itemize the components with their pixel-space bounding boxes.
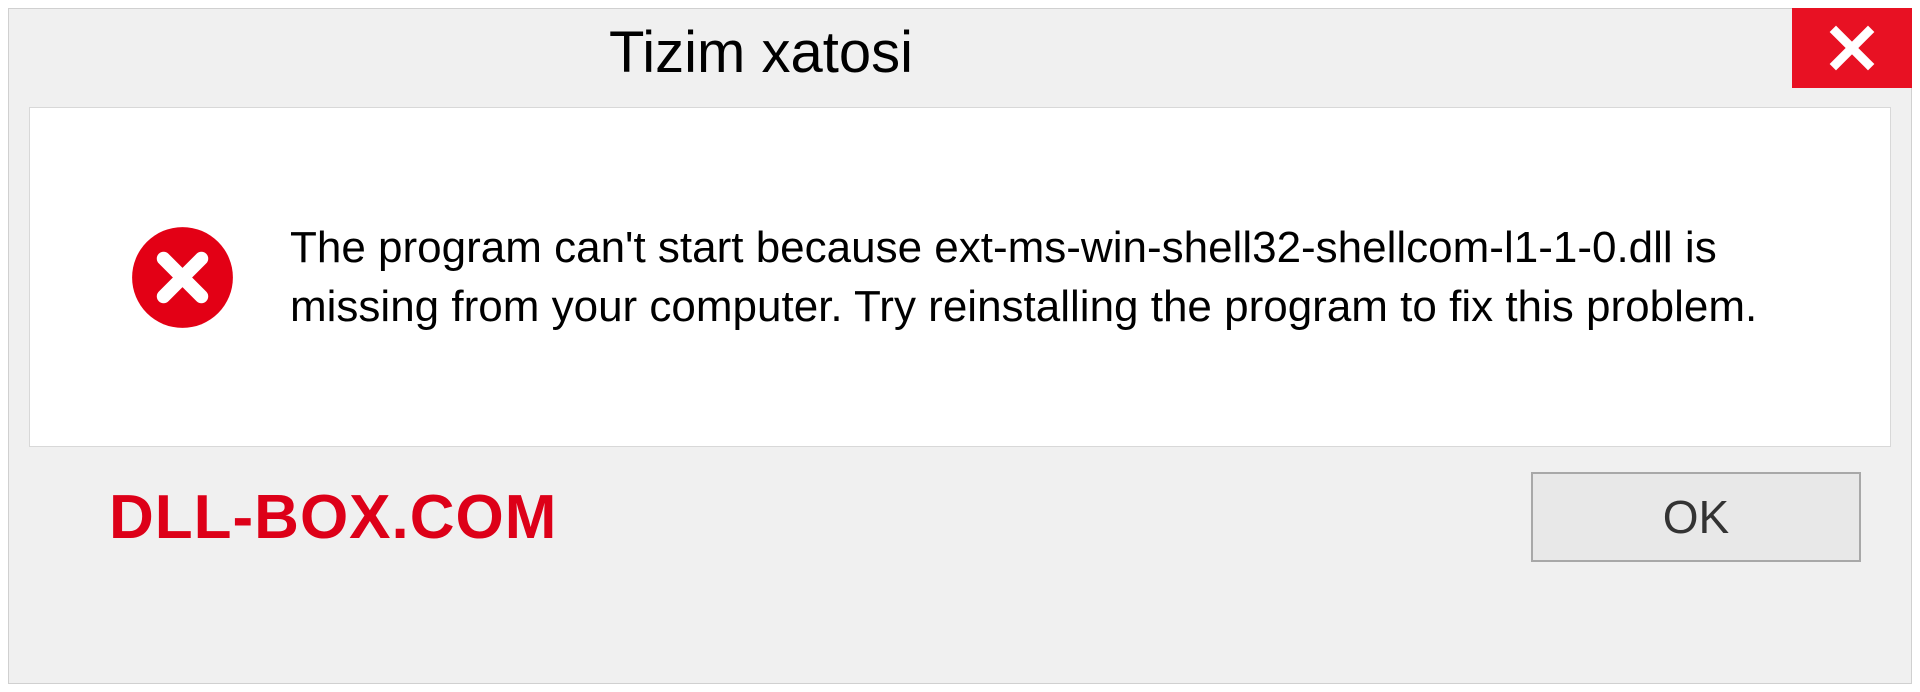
close-button[interactable] — [1792, 8, 1912, 88]
error-dialog: Tizim xatosi The program can't start bec… — [8, 8, 1912, 684]
content-panel: The program can't start because ext-ms-w… — [29, 107, 1891, 447]
ok-button[interactable]: OK — [1531, 472, 1861, 562]
dialog-footer: DLL-BOX.COM OK — [9, 472, 1911, 592]
dialog-title: Tizim xatosi — [9, 9, 913, 86]
titlebar: Tizim xatosi — [9, 9, 1911, 99]
close-icon — [1828, 24, 1876, 72]
error-icon — [130, 225, 235, 330]
error-message: The program can't start because ext-ms-w… — [290, 218, 1830, 337]
watermark-text: DLL-BOX.COM — [109, 482, 557, 553]
